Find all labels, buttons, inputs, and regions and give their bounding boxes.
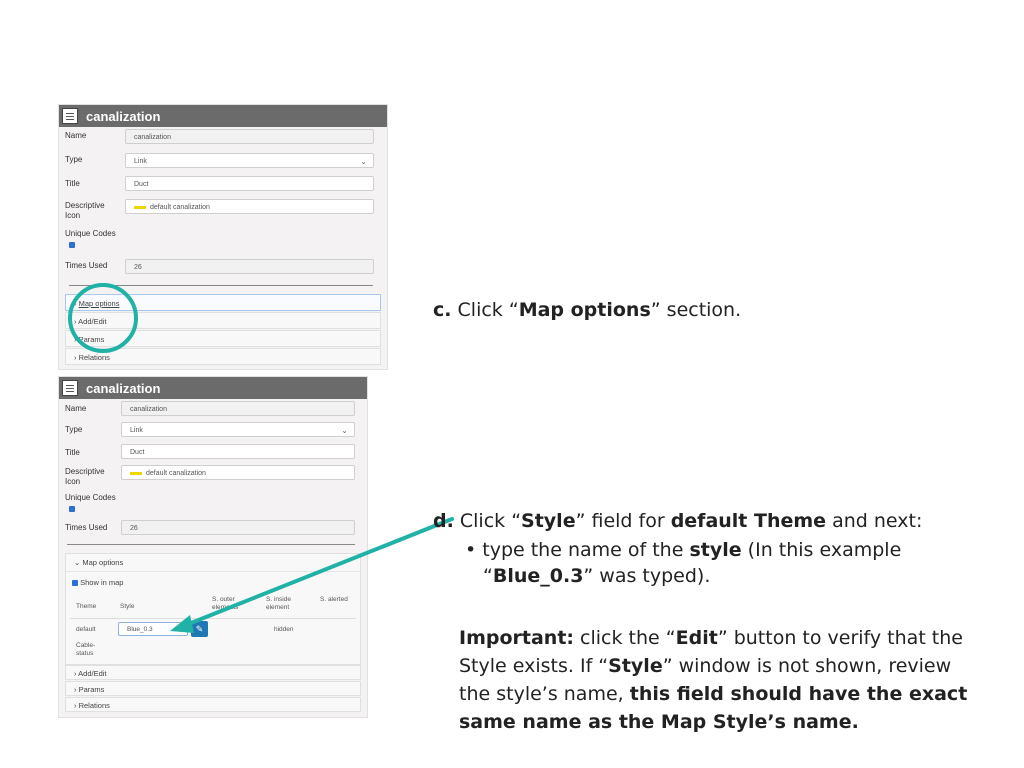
relations-section[interactable]: › Relations <box>65 697 361 712</box>
title-field[interactable]: Duct <box>121 444 355 459</box>
pencil-icon: ✎ <box>195 624 204 634</box>
name-field[interactable]: canalization <box>125 129 374 144</box>
panel-header: canalization <box>59 377 367 399</box>
add-edit-section[interactable]: › Add/Edit <box>65 665 361 680</box>
screenshot-panel-2: canalization Name canalization Type Link… <box>58 376 368 718</box>
col-alerted: S. alerted <box>320 596 348 603</box>
line-style-icon <box>130 471 142 475</box>
title-label: Title <box>65 179 80 188</box>
list-icon <box>62 380 78 396</box>
step-d-bullet-cont: “Blue_0.3” was typed). <box>483 565 711 587</box>
theme-cell: Cable-status <box>76 642 96 657</box>
bullet-dot: • <box>465 539 483 561</box>
theme-cell: default <box>76 626 96 633</box>
map-options-expanded: ⌄ Map options Show in map Theme Style S.… <box>65 553 361 665</box>
type-value: Link <box>134 158 147 165</box>
table-header: Theme Style S. outer elements S. inside … <box>70 594 356 619</box>
type-select[interactable]: Link ⌄ <box>125 153 374 168</box>
col-outer: S. outer elements <box>212 596 239 611</box>
name-label: Name <box>65 404 87 413</box>
unique-codes-label: Unique Codes <box>65 229 116 238</box>
unique-codes-checkbox[interactable] <box>69 506 75 512</box>
icon-label: Descriptive Icon <box>65 467 105 486</box>
chevron-down-icon: ⌄ <box>360 157 367 166</box>
step-d-text: d. Click “Style” field for default Theme… <box>433 510 923 532</box>
line-style-icon <box>134 205 146 209</box>
screenshot-panel-1: canalization Name canalization Type Link… <box>58 104 388 370</box>
panel-header: canalization <box>59 105 387 127</box>
times-used-label: Times Used <box>65 261 108 270</box>
name-field[interactable]: canalization <box>121 401 355 416</box>
table-row: Cable-status <box>70 640 356 660</box>
times-used-field: 26 <box>121 520 355 535</box>
icon-label: Descriptive Icon <box>65 201 105 220</box>
col-inside: S. inside element <box>266 596 291 611</box>
inside-cell: hidden <box>274 626 294 633</box>
icon-value: default canalization <box>146 470 206 477</box>
title-label: Title <box>65 448 80 457</box>
unique-codes-checkbox[interactable] <box>69 242 75 248</box>
show-in-map-row: Show in map <box>66 572 360 593</box>
panel-title: canalization <box>86 108 161 124</box>
name-label: Name <box>65 131 87 140</box>
style-input[interactable]: Blue_0.3 <box>118 622 188 636</box>
chevron-down-icon: ⌄ <box>341 426 348 435</box>
icon-value: default canalization <box>150 204 210 211</box>
times-used-label: Times Used <box>65 523 108 532</box>
step-d-letter: d. <box>433 510 454 532</box>
title-field[interactable]: Duct <box>125 176 374 191</box>
step-c-letter: c. <box>433 299 452 321</box>
times-used-field: 26 <box>125 259 374 274</box>
step-d-bullet: • type the name of the style (In this ex… <box>465 539 902 561</box>
descriptive-icon-field[interactable]: default canalization <box>121 465 355 480</box>
highlight-circle <box>68 283 138 353</box>
panel-title: canalization <box>86 380 161 396</box>
type-select[interactable]: Link ⌄ <box>121 422 355 437</box>
type-value: Link <box>130 427 143 434</box>
list-icon <box>62 108 78 124</box>
show-in-map-label: Show in map <box>80 578 124 587</box>
table-row: default Blue_0.3 ✎ hidden <box>70 621 356 639</box>
step-c-text: c. Click “Map options” section. <box>433 299 742 321</box>
show-in-map-checkbox[interactable] <box>72 580 78 587</box>
important-note: Important: click the “Edit” button to ve… <box>459 627 968 733</box>
params-section[interactable]: › Params <box>65 681 361 696</box>
descriptive-icon-field[interactable]: default canalization <box>125 199 374 214</box>
edit-button[interactable]: ✎ <box>191 621 208 637</box>
map-options-section[interactable]: ⌄ Map options <box>66 554 360 572</box>
unique-codes-label: Unique Codes <box>65 493 116 502</box>
col-style: Style <box>120 603 135 610</box>
type-label: Type <box>65 425 83 434</box>
divider <box>67 544 355 545</box>
type-label: Type <box>65 155 83 164</box>
col-theme: Theme <box>76 603 97 610</box>
